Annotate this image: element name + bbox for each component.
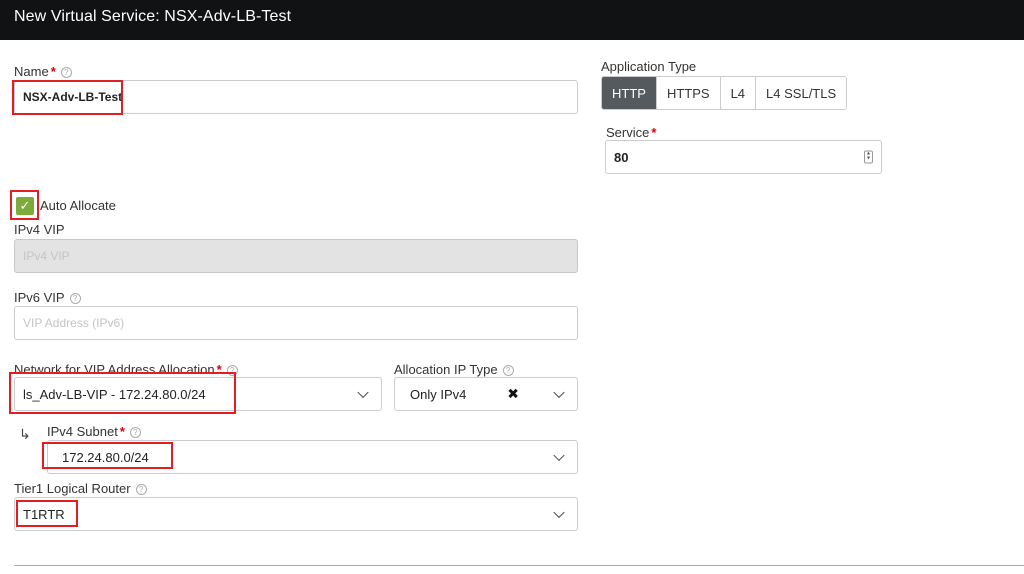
dialog-header: New Virtual Service: NSX-Adv-LB-Test: [0, 0, 1024, 40]
service-label: Service: [606, 125, 650, 140]
chevron-down-icon: [357, 386, 369, 399]
ipv4-subnet-label-row: IPv4 Subnet *?: [47, 424, 141, 439]
ipv6-vip-label-row: IPv6 VIP?: [14, 290, 81, 305]
network-label-row: Network for VIP Address Allocation *?: [14, 362, 238, 377]
ipv4-vip-input: IPv4 VIP: [14, 239, 578, 273]
tier1-router-value: T1RTR: [23, 506, 65, 522]
sub-item-arrow-icon: ↳: [19, 426, 31, 442]
allocation-ip-type-label: Allocation IP Type: [394, 362, 498, 377]
required-asterisk: *: [216, 362, 222, 377]
network-select[interactable]: ls_Adv-LB-VIP - 172.24.80.0/24: [14, 377, 382, 411]
service-label-row: Service *: [606, 125, 656, 140]
spinner-icon[interactable]: ▴ ▾: [864, 150, 873, 164]
chevron-down-icon: [553, 506, 565, 519]
service-port-input[interactable]: 80 ▴ ▾: [605, 140, 882, 174]
help-icon[interactable]: ?: [135, 484, 147, 495]
required-asterisk: *: [651, 125, 657, 140]
dialog-title: New Virtual Service: NSX-Adv-LB-Test: [14, 8, 292, 25]
tier1-router-select[interactable]: T1RTR: [14, 497, 578, 531]
network-value: ls_Adv-LB-VIP - 172.24.80.0/24: [23, 386, 206, 402]
required-asterisk: *: [119, 424, 125, 439]
application-type-label: Application Type: [601, 59, 697, 74]
tier1-router-label: Tier1 Logical Router: [14, 481, 131, 496]
auto-allocate-checkbox[interactable]: ✓: [16, 197, 34, 215]
help-icon[interactable]: ?: [129, 427, 141, 438]
app-type-https[interactable]: HTTPS: [656, 77, 721, 109]
network-label: Network for VIP Address Allocation: [14, 362, 215, 377]
ipv4-vip-placeholder: IPv4 VIP: [23, 249, 70, 263]
ipv4-vip-label: IPv4 VIP: [14, 222, 65, 237]
footer-divider: [14, 565, 1024, 566]
app-type-l4-ssl-tls[interactable]: L4 SSL/TLS: [756, 77, 847, 109]
required-asterisk: *: [50, 64, 56, 79]
help-icon[interactable]: ?: [502, 365, 514, 376]
name-label-row: Name *?: [14, 64, 72, 79]
help-icon[interactable]: ?: [226, 365, 238, 376]
ipv6-vip-input[interactable]: VIP Address (IPv6): [14, 306, 578, 340]
checkmark-icon: ✓: [19, 198, 31, 213]
ipv4-subnet-select[interactable]: 172.24.80.0/24: [47, 440, 578, 474]
clear-icon[interactable]: ✖: [507, 386, 519, 403]
application-type-segmented-control: HTTP HTTPS L4 L4 SSL/TLS: [601, 76, 848, 110]
ipv6-vip-label: IPv6 VIP: [14, 290, 65, 305]
name-value: NSX-Adv-LB-Test: [23, 90, 123, 104]
name-input[interactable]: NSX-Adv-LB-Test: [14, 80, 578, 114]
auto-allocate-label: Auto Allocate: [40, 198, 116, 213]
ipv4-subnet-label: IPv4 Subnet: [47, 424, 118, 439]
help-icon[interactable]: ?: [60, 67, 72, 78]
help-icon[interactable]: ?: [69, 293, 81, 304]
app-type-l4[interactable]: L4: [720, 77, 757, 109]
ipv4-subnet-value: 172.24.80.0/24: [62, 449, 149, 465]
chevron-down-icon: [553, 449, 565, 462]
allocation-ip-type-select[interactable]: Only IPv4 ✖: [394, 377, 578, 411]
chevron-down-icon: [553, 386, 565, 399]
service-value: 80: [614, 149, 629, 165]
name-label: Name: [14, 64, 49, 79]
app-type-http[interactable]: HTTP: [602, 77, 657, 109]
tier1-router-label-row: Tier1 Logical Router?: [14, 481, 147, 496]
allocation-ip-type-value: Only IPv4: [410, 386, 467, 402]
ipv6-vip-placeholder: VIP Address (IPv6): [23, 316, 125, 330]
allocation-ip-type-label-row: Allocation IP Type?: [394, 362, 514, 377]
